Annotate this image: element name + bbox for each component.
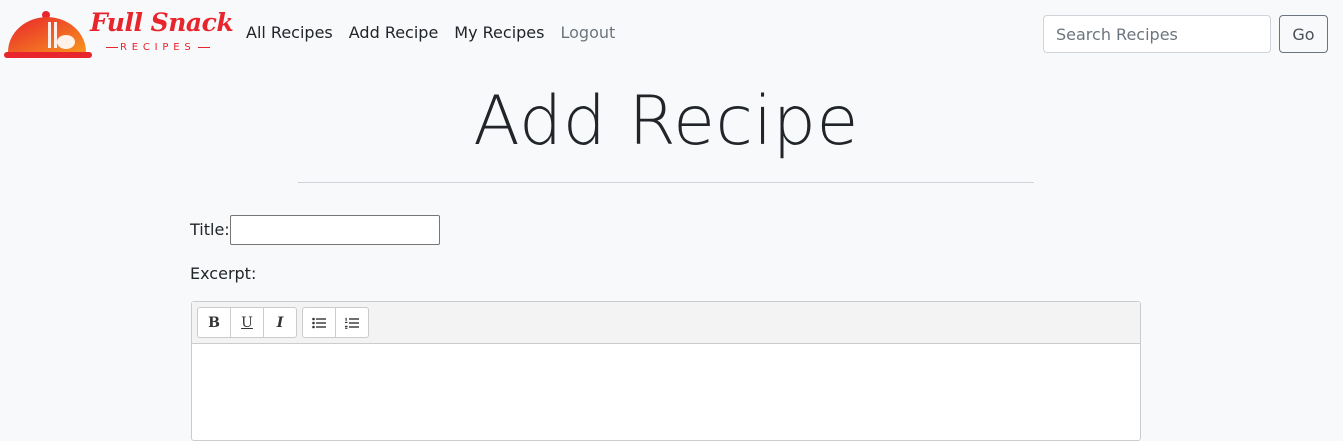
ordered-list-button[interactable] bbox=[335, 307, 369, 338]
nav-all-recipes[interactable]: All Recipes bbox=[246, 23, 333, 42]
search-input[interactable] bbox=[1043, 15, 1271, 53]
search-go-button[interactable]: Go bbox=[1279, 15, 1328, 53]
format-button-group: B U I bbox=[197, 307, 297, 343]
brand-tagline: RECIPES bbox=[104, 42, 212, 53]
brand-logo[interactable]: Full Snack RECIPES bbox=[4, 8, 234, 62]
cloche-icon bbox=[4, 11, 92, 58]
excerpt-label: Excerpt: bbox=[190, 264, 257, 283]
brand-name: Full Snack bbox=[90, 8, 234, 37]
nav-logout[interactable]: Logout bbox=[560, 23, 615, 42]
italic-button[interactable]: I bbox=[263, 307, 297, 338]
bold-button[interactable]: B bbox=[197, 307, 231, 338]
title-input[interactable] bbox=[230, 215, 440, 245]
title-label: Title: bbox=[190, 220, 230, 239]
nav-add-recipe[interactable]: Add Recipe bbox=[349, 23, 439, 42]
nav-my-recipes[interactable]: My Recipes bbox=[454, 23, 544, 42]
nav-links: All Recipes Add Recipe My Recipes Logout bbox=[246, 23, 631, 42]
editor-content-area[interactable] bbox=[192, 344, 1140, 440]
navbar: Full Snack RECIPES All Recipes Add Recip… bbox=[0, 0, 1343, 68]
unordered-list-button[interactable] bbox=[302, 307, 336, 338]
list-button-group bbox=[302, 307, 369, 343]
excerpt-editor: B U I bbox=[191, 301, 1141, 441]
unordered-list-icon bbox=[312, 317, 326, 328]
ordered-list-icon bbox=[345, 317, 359, 329]
page-title: Add Recipe bbox=[473, 82, 859, 161]
brand-tagline-text: RECIPES bbox=[120, 42, 196, 53]
underline-button[interactable]: U bbox=[230, 307, 264, 338]
title-divider bbox=[298, 182, 1034, 183]
editor-toolbar: B U I bbox=[192, 302, 1140, 344]
